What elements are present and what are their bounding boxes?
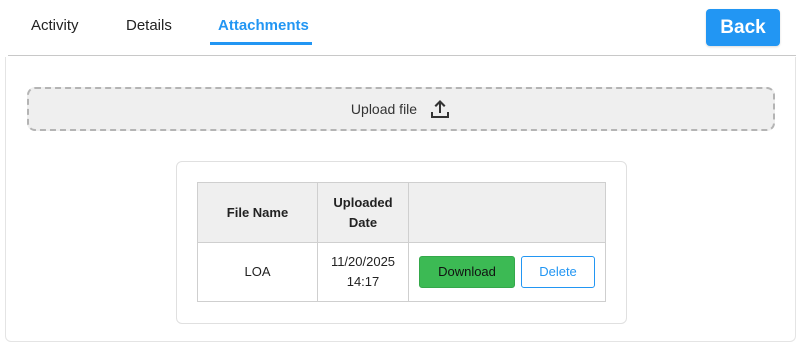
column-header-actions: [408, 182, 606, 243]
tab-activity[interactable]: Activity: [31, 17, 79, 34]
table-header-row: File Name Uploaded Date: [197, 182, 606, 243]
tab-bar: Activity Details Attachments Back: [0, 0, 800, 55]
row-actions: Download Delete: [409, 256, 605, 288]
upload-dropzone[interactable]: Upload file: [27, 87, 775, 131]
actions-cell: Download Delete: [408, 242, 606, 302]
back-button[interactable]: Back: [706, 9, 780, 46]
upload-label: Upload file: [350, 101, 418, 117]
active-tab-indicator: [210, 42, 312, 45]
attachments-table: File Name Uploaded Date LOA 11/20/2025 1…: [197, 182, 606, 302]
tab-details[interactable]: Details: [126, 17, 172, 34]
tab-attachments[interactable]: Attachments: [218, 17, 309, 34]
column-header-uploaded-date: Uploaded Date: [317, 182, 409, 243]
column-header-file-name: File Name: [197, 182, 318, 243]
file-name-cell: LOA: [197, 242, 318, 302]
upload-icon: [429, 98, 451, 120]
uploaded-date-cell: 11/20/2025 14:17: [317, 242, 409, 302]
tab-divider: [8, 55, 796, 56]
uploaded-date: 11/20/2025: [330, 254, 396, 269]
download-button[interactable]: Download: [419, 256, 515, 288]
column-header-uploaded-date-label: Uploaded Date: [333, 194, 393, 230]
uploaded-time: 14:17: [346, 274, 380, 289]
table-row: LOA 11/20/2025 14:17 Download Delete: [197, 242, 606, 302]
delete-button[interactable]: Delete: [521, 256, 595, 288]
